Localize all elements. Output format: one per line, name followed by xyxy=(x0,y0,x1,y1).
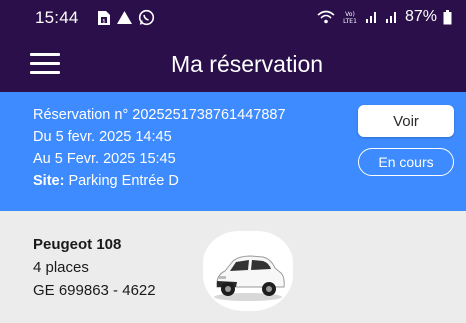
svg-text:LTE1: LTE1 xyxy=(343,18,357,24)
vehicle-card: Peugeot 108 4 places GE 699863 - 4622 xyxy=(0,211,466,323)
reservation-details: Réservation n° 2025251738761447887 Du 5 … xyxy=(33,104,286,192)
status-bar: 15:44 $ Vo) LTE1 87% xyxy=(0,0,466,38)
reservation-number: Réservation n° 2025251738761447887 xyxy=(33,107,286,123)
volte-icon: Vo)LTE1 xyxy=(343,11,357,24)
battery-percentage: 87% xyxy=(404,8,437,25)
car-image xyxy=(203,231,293,311)
battery-icon xyxy=(443,9,452,24)
status-badge[interactable]: En cours xyxy=(358,148,454,176)
site-value: Parking Entrée D xyxy=(64,173,179,189)
status-time: 15:44 xyxy=(35,8,79,27)
signal-strength-2-icon xyxy=(385,12,396,23)
sim-card-icon: $ xyxy=(98,10,110,25)
svg-text:Vo): Vo) xyxy=(345,11,355,18)
site-label: Site: xyxy=(33,173,65,189)
status-notification-icons: $ xyxy=(97,9,155,26)
vehicle-places: 4 places xyxy=(33,259,89,276)
wifi-icon xyxy=(317,10,335,24)
reservation-card: Réservation n° 2025251738761447887 Du 5 … xyxy=(0,92,466,211)
warning-icon xyxy=(117,11,132,24)
signal-strength-icon xyxy=(365,12,376,23)
whatsapp-icon xyxy=(138,9,155,26)
vehicle-info: Peugeot 108 4 places GE 699863 - 4622 xyxy=(33,233,156,302)
page-title: Ma réservation xyxy=(170,51,324,77)
voir-button[interactable]: Voir xyxy=(358,105,454,137)
vehicle-model: Peugeot 108 xyxy=(33,236,122,253)
svg-text:$: $ xyxy=(102,18,105,24)
reservation-site: Site: Parking Entrée D xyxy=(33,170,286,192)
reservation-start: Du 5 fevr. 2025 14:45 xyxy=(33,129,172,145)
app-bar: Ma réservation xyxy=(0,38,466,92)
status-system-icons: Vo) LTE1 87% xyxy=(317,8,452,26)
vehicle-plate: GE 699863 - 4622 xyxy=(33,282,156,299)
reservation-end: Au 5 Fevr. 2025 15:45 xyxy=(33,151,176,167)
